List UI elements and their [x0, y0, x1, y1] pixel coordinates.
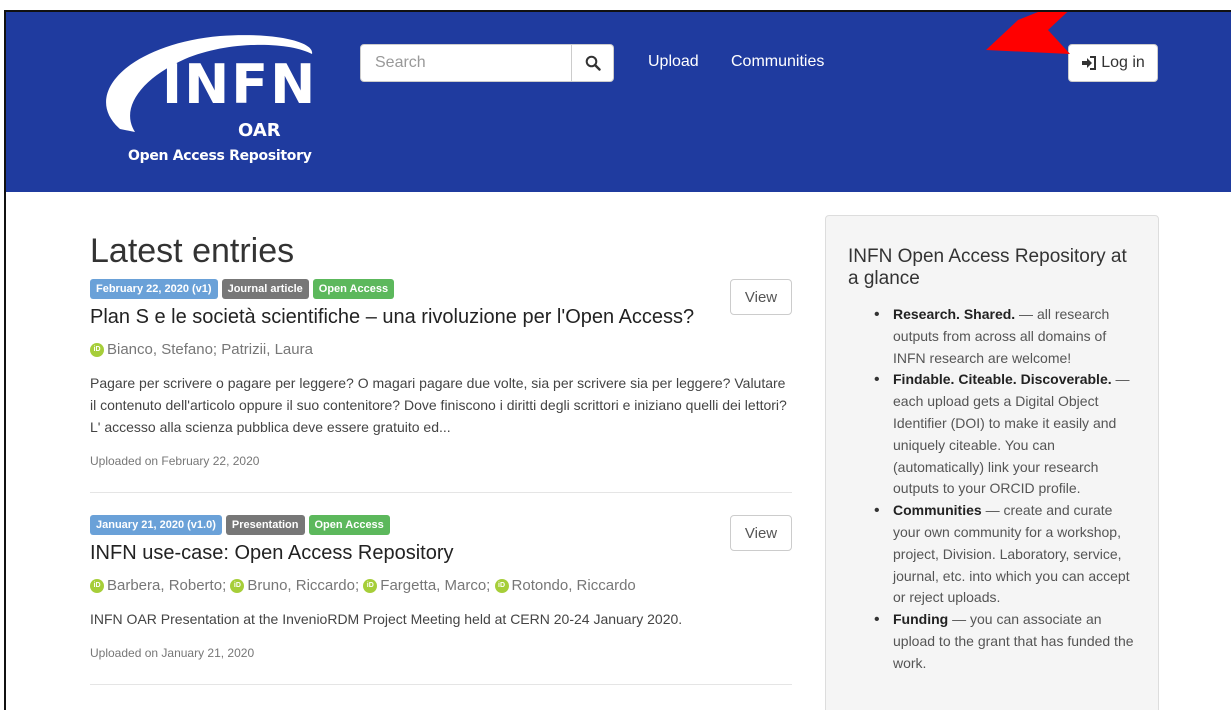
entry-item: February 22, 2020 (v1) Journal article O… [90, 279, 792, 493]
nav-upload-link[interactable]: Upload [648, 53, 699, 71]
search-button[interactable] [572, 44, 614, 82]
entry-title-link[interactable]: Plan S e le società scientifiche – una r… [90, 305, 792, 329]
author-name[interactable]: Rotondo, Riccardo [512, 577, 636, 594]
search-bar [360, 44, 614, 82]
access-badge[interactable]: Open Access [308, 515, 390, 535]
entry-labels: January 21, 2020 (v1.0) Presentation Ope… [90, 515, 792, 535]
search-input[interactable] [360, 44, 572, 82]
logo-subtitle: Open Access Repository [128, 148, 312, 164]
red-arrow-annotation-icon [986, 12, 1070, 54]
logo-oar-text: OAR [238, 120, 281, 141]
glance-item: Communities — create and curate your own… [874, 500, 1136, 609]
date-badge[interactable]: February 22, 2020 (v1) [90, 279, 218, 299]
glance-item: Funding — you can associate an upload to… [874, 609, 1136, 674]
orcid-icon: iD [494, 578, 509, 593]
orcid-icon: iD [90, 342, 104, 357]
glance-item-bold: Findable. Citeable. Discoverable. [893, 371, 1112, 388]
logo-main-text: INFN [162, 53, 318, 116]
glance-item-bold: Research. Shared. [893, 306, 1016, 322]
entry-authors: iD Barbera, Roberto; iD Bruno, Riccardo;… [90, 577, 792, 594]
type-badge[interactable]: Journal article [221, 279, 309, 299]
entry-uploaded-date: Uploaded on January 21, 2020 [90, 646, 255, 660]
date-badge[interactable]: January 21, 2020 (v1.0) [90, 515, 222, 535]
orcid-icon: iD [363, 578, 378, 593]
glance-panel: INFN Open Access Repository at a glance … [825, 215, 1159, 710]
author-name[interactable]: Barbera, Roberto; [107, 577, 226, 594]
author-name: Bianco, Stefano; Patrizii, Laura [107, 341, 313, 358]
glance-title: INFN Open Access Repository at a glance [848, 246, 1127, 289]
author-name[interactable]: Bruno, Riccardo; [247, 577, 359, 594]
orcid-icon: iD [90, 578, 104, 593]
type-badge[interactable]: Presentation [225, 515, 305, 535]
glance-item-bold: Funding [893, 611, 949, 628]
main-content: Latest entries February 22, 2020 (v1) Jo… [90, 232, 792, 707]
glance-item: Findable. Citeable. Discoverable. — each… [874, 369, 1136, 500]
access-badge[interactable]: Open Access [312, 279, 395, 299]
entry-title-link[interactable]: INFN use-case: Open Access Repository [90, 541, 792, 565]
page-title: Latest entries [90, 232, 295, 270]
infn-logo[interactable]: INFN OAR Open Access Repository [90, 24, 320, 174]
glance-item-bold: Communities [893, 502, 982, 519]
page-frame: INFN OAR Open Access Repository Upload C… [4, 10, 1231, 710]
entry-description: Pagare per scrivere o pagare per leggere… [90, 375, 787, 435]
search-icon [585, 55, 601, 71]
view-button[interactable]: View [730, 515, 792, 551]
glance-item: Research. Shared. — all research outputs… [874, 304, 1136, 369]
entry-description: INFN OAR Presentation at the InvenioRDM … [90, 611, 683, 627]
entry-uploaded-date: Uploaded on February 22, 2020 [90, 454, 260, 468]
orcid-icon: iD [230, 578, 245, 593]
glance-list: Research. Shared. — all research outputs… [848, 304, 1136, 675]
glance-item-text: — each upload gets a Digital Object Iden… [893, 371, 1130, 497]
entry-item: January 21, 2020 (v1.0) Presentation Ope… [90, 515, 792, 685]
author-name[interactable]: Fargetta, Marco; [380, 577, 490, 594]
entry-authors: iD Bianco, Stefano; Patrizii, Laura [90, 341, 792, 358]
entry-labels: February 22, 2020 (v1) Journal article O… [90, 279, 792, 299]
view-button[interactable]: View [730, 279, 792, 315]
nav-communities-link[interactable]: Communities [731, 53, 824, 71]
